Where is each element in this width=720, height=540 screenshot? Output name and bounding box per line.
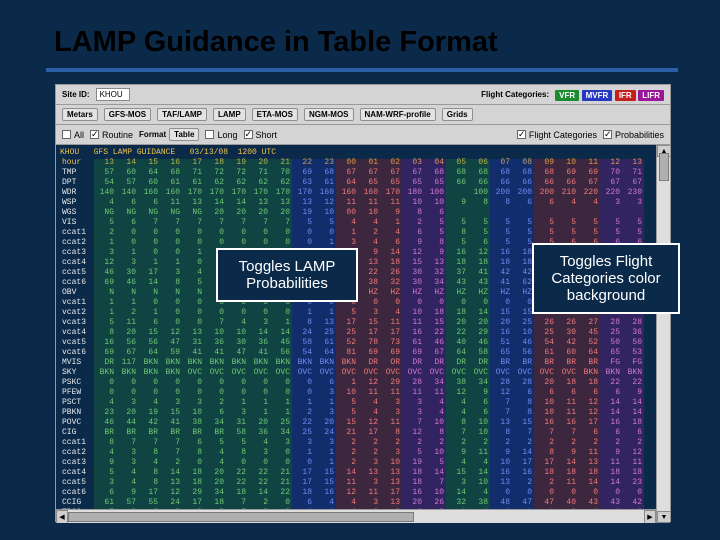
row-label: ccat6 — [60, 488, 94, 498]
flight-category-chip-vfr: VFR — [555, 90, 579, 101]
row-label: PBKN — [60, 408, 94, 418]
category-stripe-ifr — [336, 159, 402, 509]
row-label: PSKC — [60, 378, 94, 388]
page-title: LAMP Guidance in Table Format — [54, 26, 498, 59]
callout-categories: Toggles Flight Categories color backgrou… — [532, 243, 680, 314]
category-stripe-lifr — [600, 159, 644, 509]
format-select[interactable]: Table — [169, 128, 199, 141]
row-label: ccat2 — [60, 238, 94, 248]
row-label: WSP — [60, 198, 94, 208]
tab-gfs-mos[interactable]: GFS-MOS — [104, 108, 151, 121]
all-checkbox[interactable] — [62, 130, 71, 139]
probabilities-toggle-label: Probabilities — [615, 130, 664, 140]
row-label: POVC — [60, 418, 94, 428]
callout-probabilities: Toggles LAMP Probabilities — [216, 248, 358, 302]
format-label: Format — [139, 130, 166, 139]
horizontal-scrollbar[interactable] — [56, 509, 656, 523]
row-label: vcat6 — [60, 348, 94, 358]
category-stripe-ifr — [534, 159, 600, 509]
scroll-down-icon[interactable] — [657, 511, 670, 523]
all-label: All — [74, 130, 84, 140]
row-label: CCIG — [60, 498, 94, 508]
short-checkbox[interactable] — [244, 130, 253, 139]
tab-eta-mos[interactable]: ETA-MOS — [252, 108, 298, 121]
long-label: Long — [217, 130, 237, 140]
product-tabs: Metars GFS-MOS TAF/LAMP LAMP ETA-MOS NGM-MOS N… — [56, 105, 670, 125]
site-id-input[interactable]: KHOU — [96, 88, 130, 101]
filter-bar: All Routine Format Table Long Short Flig… — [56, 125, 670, 145]
row-label: WGS — [60, 208, 94, 218]
row-label: vcat4 — [60, 328, 94, 338]
row-label: ccat3 — [60, 248, 94, 258]
row-label: PFEW — [60, 388, 94, 398]
row-label: hour — [60, 158, 94, 168]
row-label: vcat5 — [60, 338, 94, 348]
scroll-left-icon[interactable] — [56, 510, 68, 523]
row-label: ccat1 — [60, 228, 94, 238]
scroll-right-icon[interactable] — [644, 510, 656, 523]
tab-taf-lamp[interactable]: TAF/LAMP — [157, 108, 207, 121]
category-stripe-vfr — [94, 159, 292, 509]
row-label: ccat6 — [60, 278, 94, 288]
vertical-scroll-thumb[interactable] — [659, 153, 669, 181]
top-bar: Site ID: KHOU Flight Categories: VFR MVF… — [56, 85, 670, 105]
row-label: ccat3 — [60, 458, 94, 468]
flight-category-chip-mvfr: MVFR — [582, 90, 613, 101]
routine-checkbox[interactable] — [90, 130, 99, 139]
row-label: vcat1 — [60, 298, 94, 308]
row-label: DPT — [60, 178, 94, 188]
tab-ngm-mos[interactable]: NGM-MOS — [304, 108, 354, 121]
row-label: ccat1 — [60, 438, 94, 448]
row-label: WDR — [60, 188, 94, 198]
long-checkbox[interactable] — [205, 130, 214, 139]
title-underline — [46, 68, 678, 72]
category-stripe-lifr — [402, 159, 446, 509]
flight-category-chip-ifr: IFR — [615, 90, 636, 101]
row-label: ccat2 — [60, 448, 94, 458]
row-label: ccat5 — [60, 268, 94, 278]
vertical-scrollbar[interactable] — [656, 145, 670, 523]
category-stripe-vfr — [446, 159, 490, 509]
category-stripe-mvfr — [490, 159, 534, 509]
flight-categories-checkbox[interactable] — [517, 130, 526, 139]
row-label: TMP — [60, 168, 94, 178]
row-label: vcat2 — [60, 308, 94, 318]
category-stripe-mvfr — [292, 159, 336, 509]
horizontal-scroll-thumb[interactable] — [68, 512, 414, 522]
tab-metars[interactable]: Metars — [62, 108, 98, 121]
row-label: ccat5 — [60, 478, 94, 488]
row-label: OBV — [60, 288, 94, 298]
row-label: SKY — [60, 368, 94, 378]
flight-categories-label: Flight Categories: — [481, 90, 549, 99]
row-label: ccat4 — [60, 258, 94, 268]
tab-lamp[interactable]: LAMP — [213, 108, 246, 121]
guidance-header: KHOU GFS LAMP GUIDANCE 03/13/08 1200 UTC — [60, 148, 652, 158]
row-label: vcat3 — [60, 318, 94, 328]
routine-label: Routine — [102, 130, 133, 140]
row-label: CIG — [60, 428, 94, 438]
guidance-table: KHOU GFS LAMP GUIDANCE 03/13/08 1200 UTC… — [56, 145, 670, 523]
flight-category-chip-lifr: LIFR — [638, 90, 664, 101]
row-label: VIS — [60, 218, 94, 228]
row-label: MVIS — [60, 358, 94, 368]
tab-nam-wrf-profile[interactable]: NAM-WRF-profile — [360, 108, 436, 121]
row-label: ccat4 — [60, 468, 94, 478]
short-label: Short — [256, 130, 278, 140]
row-label: PSCT — [60, 398, 94, 408]
site-id-label: Site ID: — [62, 90, 90, 99]
probabilities-checkbox[interactable] — [603, 130, 612, 139]
flight-categories-toggle-label: Flight Categories — [529, 130, 597, 140]
tab-grids[interactable]: Grids — [442, 108, 473, 121]
